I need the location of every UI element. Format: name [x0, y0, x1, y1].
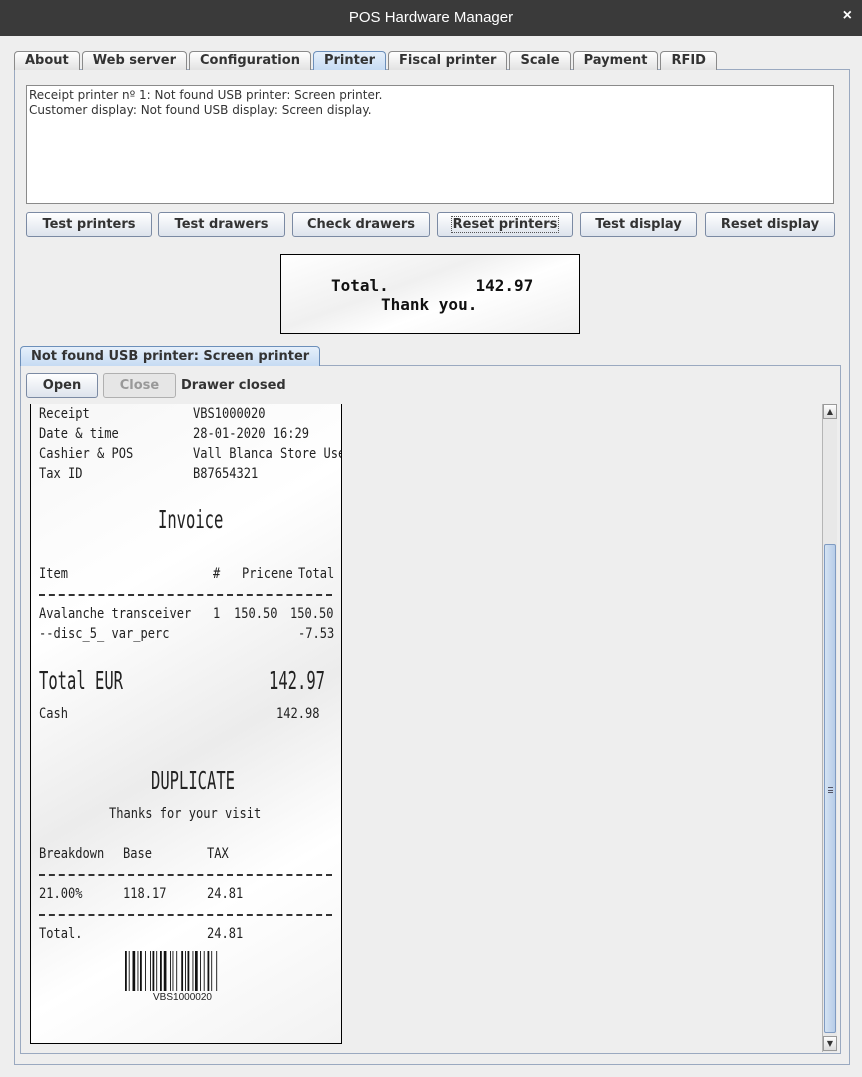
tab-configuration[interactable]: Configuration [188, 51, 311, 70]
divider [39, 594, 332, 596]
breakdown-label: Breakdown [39, 846, 105, 862]
tab-screen-printer[interactable]: Not found USB printer: Screen printer [20, 346, 321, 366]
receipt-number: VBS1000020 [193, 406, 266, 422]
barcode-bar [181, 951, 184, 991]
barcode-bar [163, 951, 167, 991]
barcode-bar [203, 951, 205, 991]
cashier-label: Cashier & POS [39, 446, 134, 462]
test-display-button[interactable]: Test display [580, 212, 697, 237]
barcode-bar [187, 951, 190, 991]
total-value: 142.97 [269, 666, 325, 695]
tab-web-server[interactable]: Web server [81, 51, 187, 70]
barcode [125, 951, 218, 991]
breakdown-total-value: 24.81 [207, 926, 244, 942]
scroll-up-icon[interactable]: ▲ [823, 404, 837, 419]
col-price: Pricene [242, 566, 293, 582]
barcode-bar [132, 951, 136, 991]
total-label: Total EUR [39, 666, 123, 695]
tab-fiscal-printer[interactable]: Fiscal printer [388, 51, 508, 70]
barcode-bar [207, 951, 210, 991]
discount-value: -7.53 [298, 626, 335, 642]
col-qty: # [213, 566, 221, 582]
log-line: Receipt printer nº 1: Not found USB prin… [29, 88, 383, 102]
breakdown-total-label: Total. [39, 926, 83, 942]
barcode-bar [145, 951, 146, 991]
cash-value: 142.98 [276, 706, 320, 722]
barcode-bar [125, 951, 127, 991]
barcode-bar [172, 951, 174, 991]
test-drawers-button[interactable]: Test drawers [158, 212, 285, 237]
tab-scale[interactable]: Scale [509, 51, 571, 70]
barcode-bar [150, 951, 151, 991]
barcode-text: VBS1000020 [153, 992, 212, 1003]
close-icon[interactable]: × [843, 7, 852, 25]
barcode-bar [192, 951, 194, 991]
barcode-bar [211, 951, 213, 991]
log-line: Customer display: Not found USB display:… [29, 103, 372, 117]
barcode-bar [216, 951, 218, 991]
tab-payment[interactable]: Payment [572, 51, 659, 70]
receipt-paper: Receipt VBS1000020 Date & time 28-01-202… [30, 404, 342, 1044]
barcode-bar [140, 951, 142, 991]
barcode-bar [152, 951, 155, 991]
scroll-down-icon[interactable]: ▼ [823, 1036, 837, 1051]
receipt-viewport[interactable]: Receipt VBS1000020 Date & time 28-01-202… [25, 404, 822, 1050]
datetime-value: 28-01-2020 16:29 [193, 426, 309, 442]
tab-rfid[interactable]: RFID [660, 51, 717, 70]
item-total: 150.50 [290, 606, 334, 622]
vertical-scrollbar[interactable]: ▲ ▼ [822, 404, 837, 1052]
close-drawer-button: Close [103, 373, 176, 398]
reset-printers-button[interactable]: Reset printers [437, 212, 573, 237]
breakdown-base-label: Base [123, 846, 152, 862]
cashier-value: Vall Blanca Store Use [193, 446, 342, 462]
status-log[interactable]: Receipt printer nº 1: Not found USB prin… [26, 85, 834, 204]
tab-about[interactable]: About [14, 51, 80, 70]
duplicate-label: DUPLICATE [151, 766, 235, 795]
divider [39, 874, 332, 876]
display-line-2: Thank you. [381, 295, 478, 314]
barcode-bar [137, 951, 139, 991]
taxid-label: Tax ID [39, 466, 83, 482]
barcode-bar [128, 951, 130, 991]
customer-display: Total. 142.97 Thank you. [280, 254, 580, 334]
invoice-title: Invoice [158, 505, 224, 534]
breakdown-tax-label: TAX [207, 846, 229, 862]
cash-label: Cash [39, 706, 68, 722]
item-price: 150.50 [234, 606, 278, 622]
window-title: POS Hardware Manager [348, 9, 514, 26]
barcode-bar [176, 951, 178, 991]
breakdown-tax-value: 24.81 [207, 886, 244, 902]
drawer-status: Drawer closed [181, 378, 286, 393]
thanks-text: Thanks for your visit [109, 806, 262, 822]
col-total: Total [298, 566, 335, 582]
barcode-bar [185, 951, 186, 991]
check-drawers-button[interactable]: Check drawers [292, 212, 430, 237]
scroll-thumb[interactable] [824, 544, 836, 1033]
taxid-value: B87654321 [193, 466, 259, 482]
grip-icon [828, 787, 833, 793]
breakdown-base-value: 118.17 [123, 886, 167, 902]
barcode-bar [200, 951, 201, 991]
receipt-label: Receipt [39, 406, 90, 422]
col-item: Item [39, 566, 68, 582]
barcode-bar [170, 951, 171, 991]
reset-printers-label: Reset printers [450, 216, 560, 233]
reset-display-button[interactable]: Reset display [705, 212, 835, 237]
title-bar: POS Hardware Manager × [0, 0, 862, 36]
test-printers-button[interactable]: Test printers [26, 212, 152, 237]
divider [39, 914, 332, 916]
item-name: Avalanche transceiver [39, 606, 192, 622]
barcode-bar [195, 951, 198, 991]
breakdown-rate: 21.00% [39, 886, 83, 902]
tab-printer[interactable]: Printer [312, 51, 387, 70]
display-line-1: Total. 142.97 [331, 276, 534, 295]
discount-name: --disc_5_ var_perc [39, 626, 170, 642]
main-tabs: About Web server Configuration Printer F… [14, 51, 719, 70]
barcode-bar [156, 951, 158, 991]
item-qty: 1 [213, 606, 221, 622]
barcode-bar [160, 951, 162, 991]
open-drawer-button[interactable]: Open [26, 373, 98, 398]
datetime-label: Date & time [39, 426, 119, 442]
printer-button-row: Test printers Test drawers Check drawers… [26, 212, 836, 237]
